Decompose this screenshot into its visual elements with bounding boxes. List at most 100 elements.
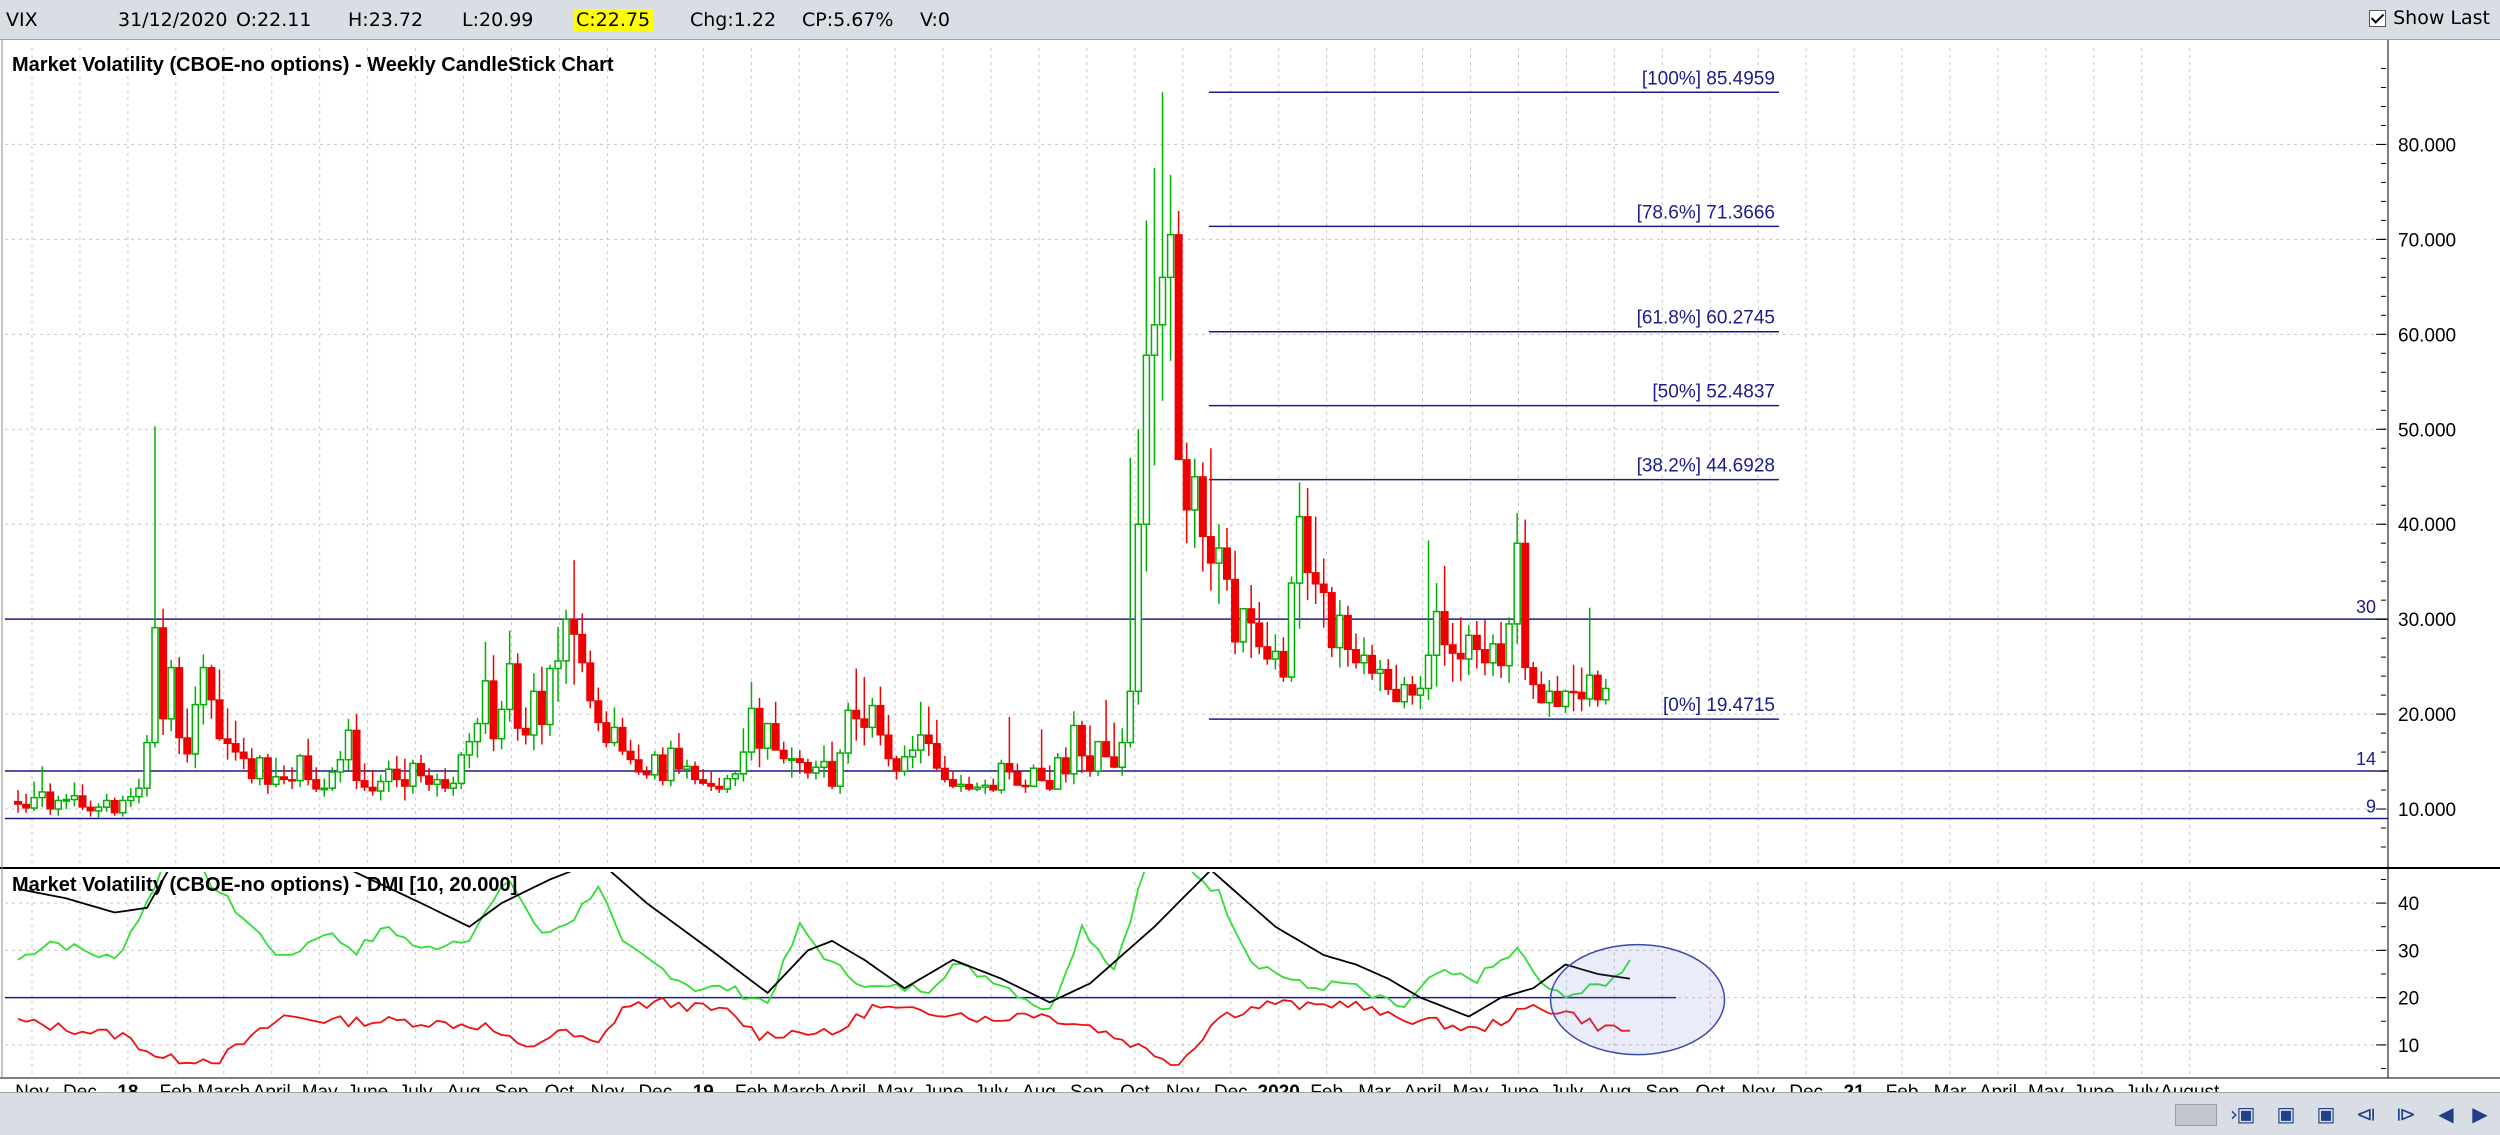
candle-body-up [788, 757, 796, 761]
candle-body-down [1255, 622, 1264, 648]
candle-body-up [1336, 614, 1344, 649]
x-tick-label: July [1550, 1082, 1584, 1092]
candle-body-down [965, 783, 974, 790]
autofit-icon[interactable]: ▣ [2312, 1102, 2340, 1126]
candle-body-up [1287, 582, 1296, 678]
candle-body-down [1005, 762, 1014, 773]
x-tick-label: Sep [495, 1082, 529, 1092]
candle-body-up [1545, 690, 1554, 704]
candle-body-down [441, 779, 450, 789]
candle-body-up [191, 703, 200, 755]
zoom-out-icon[interactable]: ▣ [2272, 1102, 2300, 1126]
candle-body-up [562, 618, 570, 662]
first-icon[interactable]: ⧏ [2352, 1102, 2380, 1126]
fib-level-label: [78.6%] 71.3666 [1637, 202, 1775, 223]
show-last-checkbox[interactable] [2369, 9, 2387, 27]
quote-change: Chg:1.22 [690, 9, 777, 31]
candle-body-down [1472, 634, 1481, 651]
x-tick-label: Feb [735, 1082, 768, 1092]
candle-body-up [1134, 523, 1143, 693]
candle-body-down [1077, 724, 1086, 757]
candle-body-down [1206, 536, 1215, 564]
candle-body-down [932, 743, 941, 769]
candle-body-down [1569, 690, 1578, 694]
candle-body-down [691, 765, 700, 781]
candle-body-down [1231, 578, 1240, 643]
candle-body-up [916, 734, 925, 751]
x-tick-label: Nov [15, 1082, 49, 1092]
price-tick-label: 10.000 [2398, 800, 2456, 821]
candle-body-down [940, 767, 949, 781]
candle-body-down [1521, 542, 1530, 669]
candle-body-down [1045, 780, 1054, 790]
candle-body-down [1480, 649, 1489, 664]
candle-body-down [288, 779, 297, 782]
quote-date: 31/12/2020 [118, 9, 228, 31]
horizontal-line-label: 30 [2356, 597, 2376, 617]
candle-body-down [1223, 547, 1231, 580]
zoom-in-icon[interactable]: ▣ [2232, 1102, 2260, 1126]
x-tick-label: Feb [1886, 1082, 1919, 1092]
x-tick-label: March [773, 1082, 826, 1092]
next-icon[interactable]: ◀ [2432, 1102, 2460, 1126]
x-tick-label: Nov [1741, 1082, 1775, 1092]
candle-body-down [1319, 583, 1328, 594]
candle-body-down [1303, 516, 1312, 574]
candle-body-down [1279, 650, 1288, 678]
price-tick-label: 40.000 [2398, 515, 2456, 536]
candle-body-up [1150, 324, 1159, 356]
x-tick-label: Aug [1022, 1082, 1056, 1092]
candle-body-down [1021, 784, 1030, 788]
x-tick-label: May [877, 1082, 913, 1092]
candle-body-up [465, 740, 474, 756]
candle-body-up [1118, 741, 1126, 769]
candle-body-up [1561, 690, 1570, 708]
candle-body-up [481, 680, 490, 725]
candle-body-down [231, 743, 240, 753]
candle-body-down [1408, 684, 1417, 696]
candle-body-down [779, 749, 788, 760]
candle-body-down [352, 729, 361, 782]
quote-change-pct: CP:5.67% [802, 9, 894, 31]
candle-body-up [546, 667, 554, 726]
dmi-tick-label: 40 [2398, 894, 2419, 915]
fib-level-label: [38.2%] 44.6928 [1637, 456, 1775, 477]
show-last-toggle[interactable]: Show Last [2369, 7, 2490, 29]
x-tick-label: July [2125, 1082, 2159, 1092]
candle-body-down [304, 755, 313, 781]
candle-body-up [505, 663, 514, 711]
candle-body-up [457, 754, 466, 785]
candle-body-down [586, 662, 595, 702]
candle-body-down [1174, 234, 1183, 461]
x-tick-label: Mar [1934, 1082, 1967, 1092]
candle-body-up [1191, 475, 1199, 511]
candle-body-down [1593, 674, 1602, 701]
candle-body-down [239, 751, 248, 760]
x-tick-label: June [2073, 1082, 2114, 1092]
candle-body-down [989, 784, 998, 791]
candle-body-down [658, 754, 667, 782]
candle-body-up [650, 754, 659, 776]
previous-icon[interactable]: ⧐ [2392, 1102, 2420, 1126]
candle-body-down [183, 737, 192, 755]
candle-body-up [336, 758, 345, 773]
candle-body-up [127, 795, 135, 802]
candle-body-up [1166, 233, 1175, 279]
candle-body-up [747, 707, 756, 753]
candle-body-down [247, 758, 256, 780]
x-tick-label: July [974, 1082, 1008, 1092]
candle-body-up [1505, 623, 1513, 667]
candle-body-up [739, 751, 748, 775]
last-icon[interactable]: ▶ [2466, 1102, 2494, 1126]
scrollbar-thumb[interactable] [2175, 1104, 2217, 1126]
candle-body-up [836, 752, 844, 787]
candle-body-up [199, 666, 208, 706]
dmi-tick-label: 20 [2398, 989, 2419, 1010]
candle-body-up [1376, 668, 1384, 675]
x-tick-label: June [922, 1082, 963, 1092]
x-tick-label: Sep [1070, 1082, 1104, 1092]
candle-body-up [62, 798, 71, 802]
candle-body-up [868, 704, 877, 729]
candle-body-down [417, 762, 425, 777]
candle-body-up [1489, 643, 1497, 664]
